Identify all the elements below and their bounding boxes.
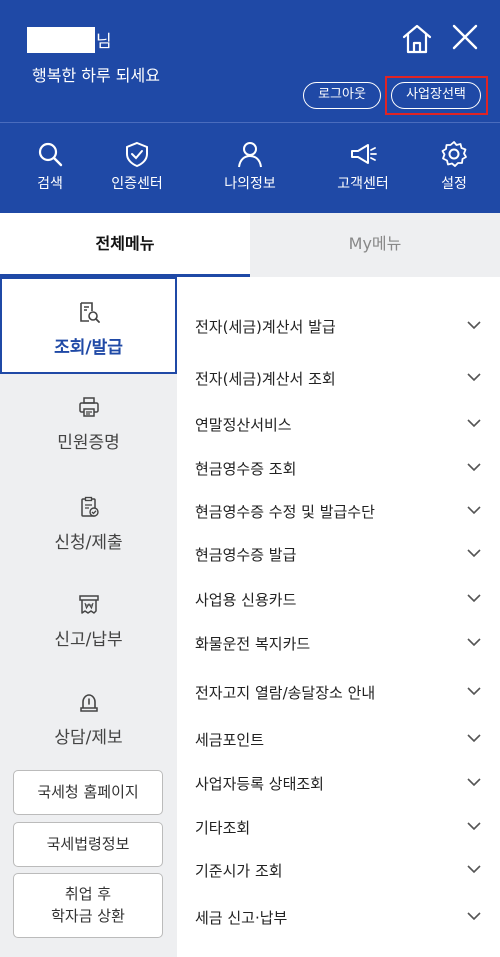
auth-center-label: 인증센터 [111,176,163,192]
menu-item-label: 현금영수증 발급 [195,546,297,564]
tab-all-menu[interactable]: 전체메뉴 [0,213,250,277]
chevron-down-icon [467,638,481,647]
menu-item-label: 세금 신고·납부 [195,909,288,927]
chevron-down-icon [467,778,481,787]
menu-item-label: 전자(세금)계산서 조회 [195,370,336,388]
my-info-label: 나의정보 [224,176,276,192]
home-icon [402,24,432,54]
chevron-down-icon [467,321,481,330]
category-label: 조회/발급 [54,338,123,358]
shield-check-icon [126,141,148,168]
menu-item[interactable]: 기타조회 [177,811,500,841]
category-label: 신고/납부 [54,630,123,650]
auth-center-button[interactable]: 인증센터 [87,123,187,214]
close-icon [452,24,478,50]
menu-item[interactable]: 현금영수증 수정 및 발급수단 [177,495,500,525]
nts-law-info-button[interactable]: 국세법령정보 [13,822,163,867]
category-label: 민원증명 [57,433,120,453]
menu-item-label: 현금영수증 조회 [195,460,297,478]
menu-item-label: 기준시가 조회 [195,862,283,880]
gear-icon [441,141,467,167]
chevron-down-icon [467,506,481,515]
quick-icon-bar: 검색 인증센터 나의정보 고객센터 설정 [0,122,500,213]
menu-item[interactable]: 연말정산서비스 [177,408,500,438]
category-report-pay[interactable]: 신고/납부 [0,571,177,665]
won-receipt-icon [78,595,99,614]
logout-button[interactable]: 로그아웃 [303,82,381,109]
menu-item[interactable]: 화물운전 복지카드 [177,627,500,657]
chevron-down-icon [467,419,481,428]
tab-my-menu[interactable]: My메뉴 [250,213,500,277]
category-sidebar: 조회/발급 민원증명 신청/제출 신고/납부 상담/제보 국세청 홈페이지 국세… [0,277,177,957]
highlight-box [385,76,488,115]
menu-item[interactable]: 전자고지 열람/송달장소 안내 [177,676,500,706]
menu-item-label: 기타조회 [195,819,251,837]
search-document-icon [79,302,100,323]
category-civil-certificate[interactable]: 민원증명 [0,374,177,468]
header: 님 행복한 하루 되세요 로그아웃 사업장선택 [0,0,500,122]
chevron-down-icon [467,822,481,831]
menu-item[interactable]: 세금 신고·납부 [177,901,500,931]
menu-item-label: 화물운전 복지카드 [195,635,311,653]
category-label: 상담/제보 [54,728,123,748]
chevron-down-icon [467,594,481,603]
category-consult-report[interactable]: 상담/제보 [0,669,177,763]
menu-item[interactable]: 사업용 신용카드 [177,583,500,613]
menu-item-label: 세금포인트 [195,731,265,749]
student-loan-line1: 취업 후 [64,885,112,903]
submenu-list: 전자(세금)계산서 발급 전자(세금)계산서 조회 연말정산서비스 현금영수증 … [177,277,500,957]
category-inquiry-issue[interactable]: 조회/발급 [0,277,177,374]
search-icon [38,142,63,167]
menu-item-label: 사업용 신용카드 [195,591,297,609]
printer-icon [78,397,99,417]
megaphone-icon [351,144,377,164]
chevron-down-icon [467,734,481,743]
settings-button[interactable]: 설정 [404,123,500,214]
menu-tabs: 전체메뉴 My메뉴 [0,213,500,277]
my-info-button[interactable]: 나의정보 [200,123,300,214]
close-button[interactable] [450,22,480,52]
chevron-down-icon [467,912,481,921]
menu-item[interactable]: 현금영수증 발급 [177,538,500,568]
user-name-masked [27,27,95,53]
menu-item[interactable]: 사업자등록 상태조회 [177,767,500,797]
menu-item-label: 전자고지 열람/송달장소 안내 [195,684,376,702]
chevron-down-icon [467,463,481,472]
person-icon [238,142,262,168]
category-label: 신청/제출 [54,533,123,553]
chevron-down-icon [467,373,481,382]
nts-homepage-button[interactable]: 국세청 홈페이지 [13,770,163,815]
settings-label: 설정 [441,176,467,192]
menu-item-label: 사업자등록 상태조회 [195,775,324,793]
greeting-text: 행복한 하루 되세요 [32,66,160,85]
menu-item-label: 전자(세금)계산서 발급 [195,318,336,336]
chevron-down-icon [467,549,481,558]
menu-item-label: 현금영수증 수정 및 발급수단 [195,503,375,521]
menu-item[interactable]: 전자(세금)계산서 발급 [177,310,500,340]
menu-item[interactable]: 세금포인트 [177,723,500,753]
search-label: 검색 [37,176,63,192]
menu-item[interactable]: 현금영수증 조회 [177,452,500,482]
menu-item[interactable]: 전자(세금)계산서 조회 [177,362,500,392]
search-button[interactable]: 검색 [0,123,100,214]
customer-center-button[interactable]: 고객센터 [313,123,413,214]
category-apply-submit[interactable]: 신청/제출 [0,474,177,568]
clipboard-check-icon [80,496,99,517]
student-loan-repay-button[interactable]: 취업 후 학자금 상환 [13,873,163,938]
student-loan-line2: 학자금 상환 [51,907,125,925]
customer-center-label: 고객센터 [337,176,389,192]
menu-item[interactable]: 기준시가 조회 [177,854,500,884]
user-name-suffix: 님 [96,32,112,52]
menu-item-label: 연말정산서비스 [195,416,292,434]
home-button[interactable] [400,22,434,56]
siren-icon [79,694,98,712]
chevron-down-icon [467,865,481,874]
chevron-down-icon [467,687,481,696]
